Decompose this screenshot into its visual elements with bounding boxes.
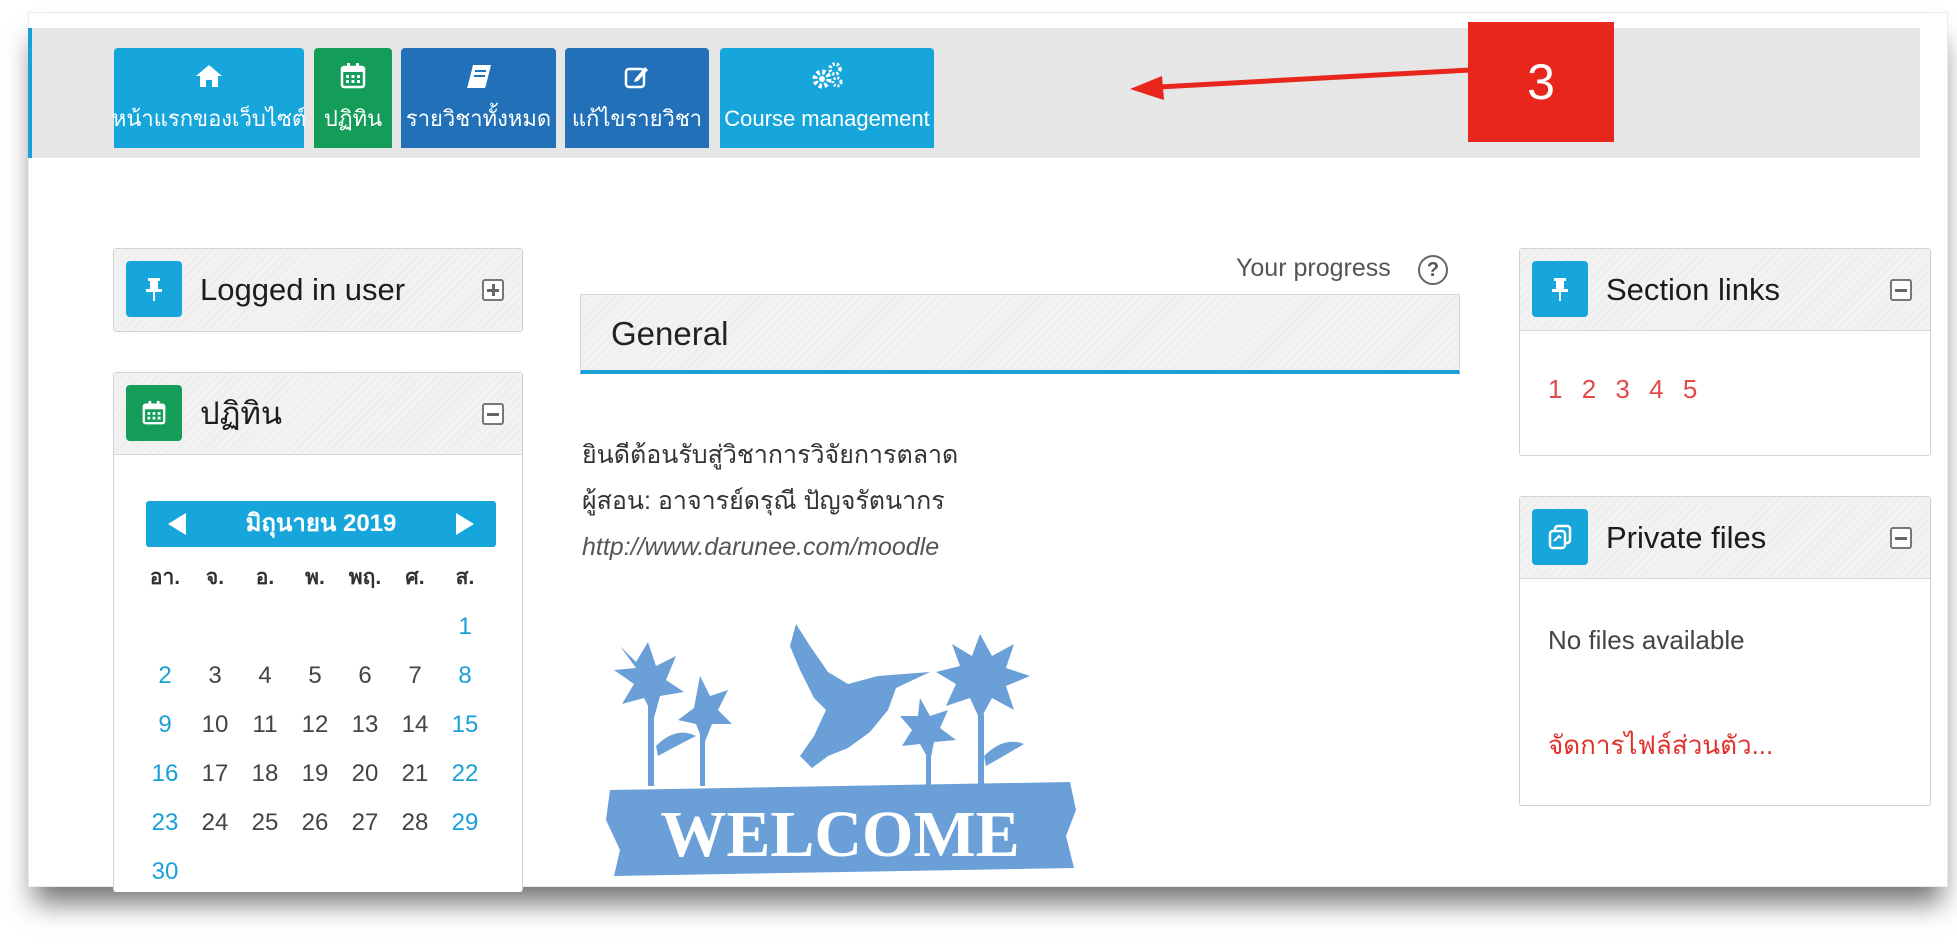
calendar-day[interactable]: 23 <box>142 800 188 846</box>
calendar-weekday-header: พฤ. <box>348 566 382 589</box>
calendar-day[interactable]: 29 <box>442 800 488 846</box>
next-month-arrow-icon[interactable] <box>456 513 474 535</box>
calendar-day[interactable]: 12 <box>292 702 338 748</box>
no-files-text: No files available <box>1548 625 1745 655</box>
manage-private-files-link[interactable]: จัดการไฟล์ส่วนตัว... <box>1548 725 1773 766</box>
calendar-block: ปฏิทิน มิถุนายน 2019 อา. จ. อ. พ. พฤ. ศ. ส. 1 2 3… <box>113 372 523 892</box>
calendar-day[interactable]: 4 <box>242 653 288 699</box>
calendar-day[interactable]: 22 <box>442 751 488 797</box>
logged-in-user-block: Logged in user <box>113 248 523 332</box>
home-icon <box>194 58 224 94</box>
nav-edit-course-label: แก้ไขรายวิชา <box>571 106 703 131</box>
edit-icon <box>623 58 651 94</box>
calendar-day[interactable]: 27 <box>342 800 388 846</box>
nav-all-courses-label: รายวิชาทั้งหมด <box>405 106 552 131</box>
calendar-day[interactable]: 6 <box>342 653 388 699</box>
calendar-weekday-header: ส. <box>455 566 475 589</box>
annotation-arrow <box>1130 67 1471 100</box>
block-header: Logged in user <box>114 249 522 331</box>
book-icon <box>465 58 493 94</box>
block-header: Private files <box>1520 497 1930 579</box>
top-navbar: หน้าแรกของเว็บไซต์ ปฏิทิน รายวิชาทั้งหมด… <box>28 28 1920 158</box>
calendar-day[interactable]: 1 <box>442 604 488 650</box>
calendar-weekday-header: อ. <box>255 566 275 589</box>
calendar-day[interactable]: 24 <box>192 800 238 846</box>
calendar-month-bar: มิถุนายน 2019 <box>146 501 496 547</box>
nav-site-home-button[interactable]: หน้าแรกของเว็บไซต์ <box>111 48 307 148</box>
calendar-day[interactable]: 15 <box>442 702 488 748</box>
calendar-day[interactable]: 28 <box>392 800 438 846</box>
nav-site-home-label: หน้าแรกของเว็บไซต์ <box>111 106 307 131</box>
block-title: Private files <box>1606 520 1767 555</box>
welcome-image: WELCOME <box>606 624 1076 876</box>
calendar-day[interactable]: 30 <box>142 849 188 895</box>
section-link[interactable]: 1 <box>1548 374 1562 404</box>
calendar-month-label: มิถุนายน 2019 <box>245 510 397 537</box>
calendar-weekday-header: ศ. <box>405 566 425 589</box>
calendar-day[interactable]: 11 <box>242 702 288 748</box>
calendar-day[interactable]: 10 <box>192 702 238 748</box>
calendar-weekday-header: อา. <box>149 566 181 589</box>
section-link[interactable]: 3 <box>1615 374 1629 404</box>
section-link[interactable]: 4 <box>1649 374 1663 404</box>
calendar-icon <box>126 385 182 441</box>
nav-edit-course-button[interactable]: แก้ไขรายวิชา <box>565 48 709 148</box>
calendar-day[interactable]: 13 <box>342 702 388 748</box>
nav-calendar-button[interactable]: ปฏิทิน <box>314 48 392 148</box>
cogs-icon <box>810 58 844 94</box>
section-links-list: 1 2 3 4 5 <box>1548 374 1709 405</box>
section-link[interactable]: 5 <box>1683 374 1697 404</box>
calendar-weekday-header: พ. <box>305 566 325 589</box>
block-title: Section links <box>1606 272 1781 307</box>
files-icon <box>1532 509 1588 565</box>
block-header: ปฏิทิน <box>114 373 522 455</box>
calendar-weekday-header: จ. <box>205 566 225 589</box>
nav-calendar-label: ปฏิทิน <box>323 106 383 131</box>
calendar-day[interactable]: 26 <box>292 800 338 846</box>
annotation-step-badge: 3 <box>1468 22 1614 142</box>
welcome-text: WELCOME <box>660 798 1019 871</box>
calendar-day[interactable]: 14 <box>392 702 438 748</box>
section-link[interactable]: 2 <box>1582 374 1596 404</box>
pin-icon <box>1532 261 1588 317</box>
calendar-day[interactable]: 8 <box>442 653 488 699</box>
calendar-day[interactable]: 19 <box>292 751 338 797</box>
section-general-header: General <box>580 294 1460 374</box>
section-summary: ยินดีต้อนรับสู่วิชาการวิจัยการตลาด ผู้สอ… <box>582 432 958 570</box>
collapse-block-button[interactable] <box>1890 279 1912 301</box>
calendar-day[interactable]: 20 <box>342 751 388 797</box>
nav-all-courses-button[interactable]: รายวิชาทั้งหมด <box>401 48 556 148</box>
calendar-day[interactable]: 5 <box>292 653 338 699</box>
summary-url: http://www.darunee.com/moodle <box>582 533 940 561</box>
calendar-day[interactable]: 21 <box>392 751 438 797</box>
collapse-block-button[interactable] <box>1890 527 1912 549</box>
block-header: Section links <box>1520 249 1930 331</box>
section-links-block: Section links <box>1519 248 1931 456</box>
calendar-day[interactable]: 2 <box>142 653 188 699</box>
calendar-day[interactable]: 9 <box>142 702 188 748</box>
calendar-day[interactable]: 7 <box>392 653 438 699</box>
calendar-icon <box>339 58 367 94</box>
summary-line: ยินดีต้อนรับสู่วิชาการวิจัยการตลาด <box>582 441 959 469</box>
calendar-day[interactable]: 3 <box>192 653 238 699</box>
block-title: Logged in user <box>200 272 406 307</box>
nav-course-management-button[interactable]: Course management <box>720 48 934 148</box>
expand-block-button[interactable] <box>482 279 504 301</box>
collapse-block-button[interactable] <box>482 403 504 425</box>
section-title: General <box>611 315 729 352</box>
calendar-day[interactable]: 16 <box>142 751 188 797</box>
summary-line: ผู้สอน: อาจารย์ดรุณี ปัญจรัตนากร <box>582 487 945 515</box>
your-progress-label: Your progress <box>1236 254 1391 282</box>
calendar-day[interactable]: 25 <box>242 800 288 846</box>
pin-icon <box>126 261 182 317</box>
nav-course-management-label: Course management <box>724 106 930 131</box>
block-title: ปฏิทิน <box>200 396 283 431</box>
calendar-day[interactable]: 17 <box>192 751 238 797</box>
help-icon[interactable]: ? <box>1418 255 1448 285</box>
calendar-day[interactable]: 18 <box>242 751 288 797</box>
